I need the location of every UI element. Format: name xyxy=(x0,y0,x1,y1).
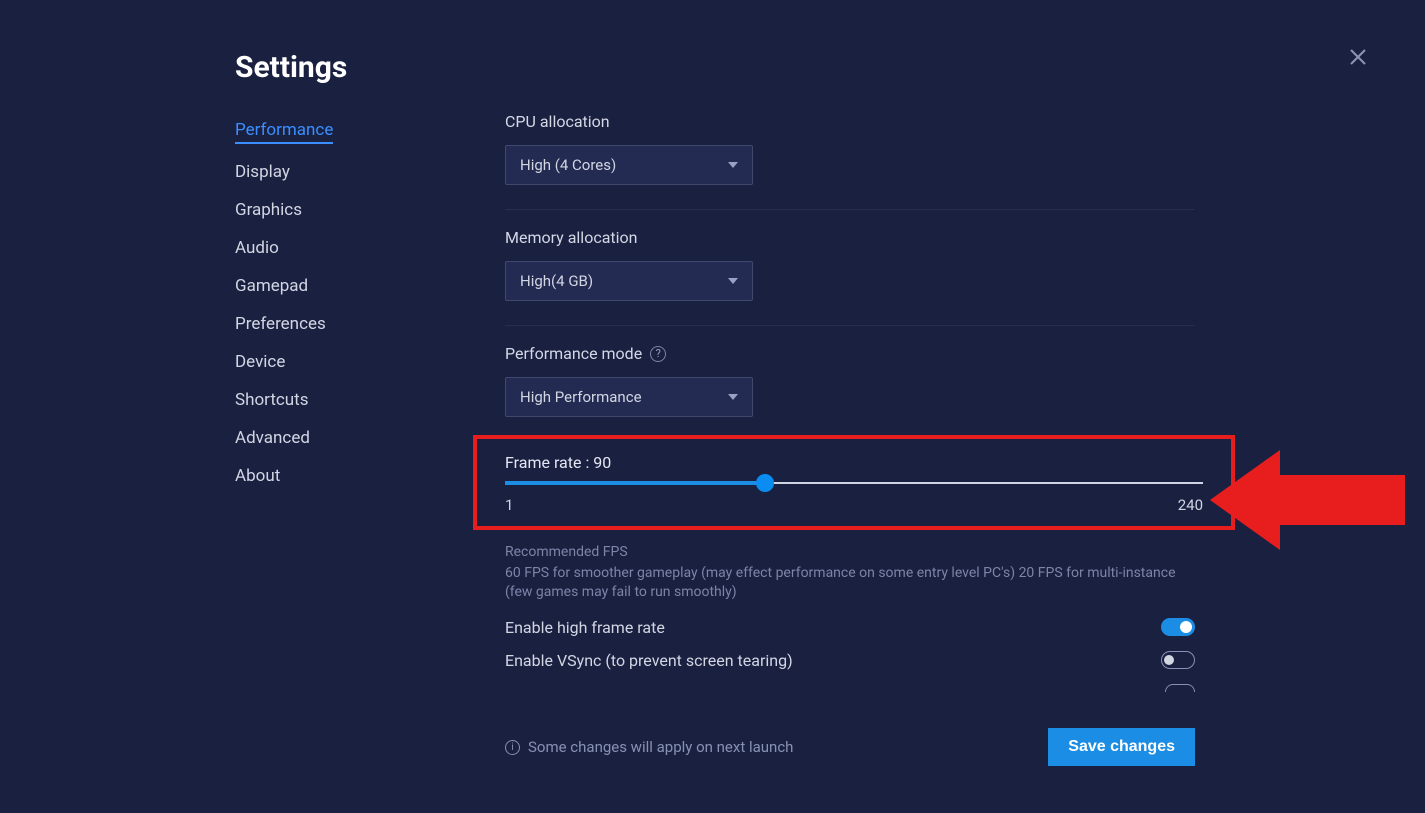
caret-down-icon xyxy=(728,162,738,168)
page-title: Settings xyxy=(235,50,347,85)
toggle-knob xyxy=(1164,655,1174,665)
sidebar-item-about[interactable]: About xyxy=(235,466,280,486)
memory-allocation-select[interactable]: High(4 GB) xyxy=(505,261,753,301)
help-icon[interactable]: ? xyxy=(650,346,666,362)
framerate-label: Frame rate : 90 xyxy=(505,453,1203,472)
performance-mode-label: Performance mode xyxy=(505,344,642,363)
vsync-toggle[interactable] xyxy=(1161,651,1195,669)
memory-allocation-label: Memory allocation xyxy=(505,228,1195,247)
fps-hint-title: Recommended FPS xyxy=(505,544,1195,560)
framerate-value: 90 xyxy=(593,453,611,472)
sidebar-item-gamepad[interactable]: Gamepad xyxy=(235,276,308,296)
toggle-knob xyxy=(1180,621,1192,633)
memory-allocation-value: High(4 GB) xyxy=(520,272,593,290)
high-framerate-toggle-label: Enable high frame rate xyxy=(505,618,665,637)
settings-panel: CPU allocation High (4 Cores) Memory all… xyxy=(505,112,1195,692)
cpu-allocation-label: CPU allocation xyxy=(505,112,1195,131)
caret-down-icon xyxy=(728,394,738,400)
framerate-min: 1 xyxy=(505,496,513,514)
framerate-max: 240 xyxy=(1178,496,1203,514)
close-button[interactable] xyxy=(1346,45,1370,69)
sidebar-item-device[interactable]: Device xyxy=(235,352,285,372)
footer-note-text: Some changes will apply on next launch xyxy=(528,738,793,756)
slider-thumb[interactable] xyxy=(756,474,774,492)
close-icon xyxy=(1346,45,1370,69)
fps-hint-body: 60 FPS for smoother gameplay (may effect… xyxy=(505,564,1195,602)
performance-mode-value: High Performance xyxy=(520,388,642,406)
sidebar-item-audio[interactable]: Audio xyxy=(235,238,279,258)
caret-down-icon xyxy=(728,278,738,284)
slider-fill xyxy=(505,481,765,485)
sidebar-item-shortcuts[interactable]: Shortcuts xyxy=(235,390,309,410)
framerate-slider[interactable] xyxy=(505,482,1203,484)
annotation-arrow-icon xyxy=(1210,440,1410,560)
cpu-allocation-select[interactable]: High (4 Cores) xyxy=(505,145,753,185)
cpu-allocation-value: High (4 Cores) xyxy=(520,156,616,174)
settings-sidebar: Performance Display Graphics Audio Gamep… xyxy=(235,120,435,486)
sidebar-item-graphics[interactable]: Graphics xyxy=(235,200,302,220)
sidebar-item-performance[interactable]: Performance xyxy=(235,120,333,144)
high-framerate-toggle[interactable] xyxy=(1161,618,1195,636)
vsync-toggle-label: Enable VSync (to prevent screen tearing) xyxy=(505,651,793,670)
sidebar-item-display[interactable]: Display xyxy=(235,162,290,182)
performance-mode-select[interactable]: High Performance xyxy=(505,377,753,417)
sidebar-item-preferences[interactable]: Preferences xyxy=(235,314,326,334)
info-icon: i xyxy=(505,740,520,755)
save-button[interactable]: Save changes xyxy=(1048,728,1195,766)
framerate-label-prefix: Frame rate : xyxy=(505,453,593,472)
sidebar-item-advanced[interactable]: Advanced xyxy=(235,428,310,448)
clipped-toggle xyxy=(1165,684,1195,692)
framerate-highlight-box: Frame rate : 90 1 240 xyxy=(473,435,1235,530)
